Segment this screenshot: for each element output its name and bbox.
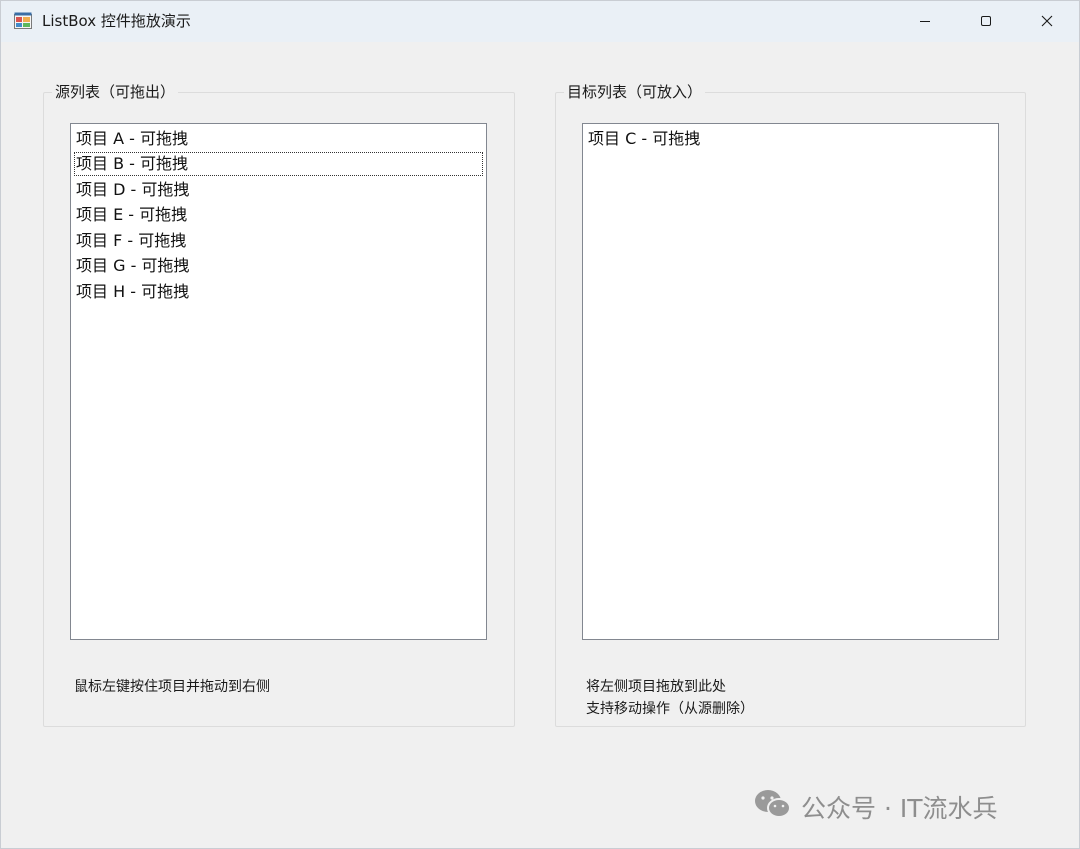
list-item[interactable]: 项目 A - 可拖拽 <box>74 127 483 151</box>
list-item[interactable]: 项目 F - 可拖拽 <box>74 229 483 253</box>
target-listbox[interactable]: 项目 C - 可拖拽 <box>582 123 999 640</box>
title-bar[interactable]: ListBox 控件拖放演示 <box>1 1 1079 42</box>
target-hint-label: 将左侧项目拖放到此处 <box>586 679 726 695</box>
list-item[interactable]: 项目 B - 可拖拽 <box>74 152 483 176</box>
main-window: ListBox 控件拖放演示 源列表（可拖出） 项目 A - 可拖拽 项目 B … <box>0 0 1080 849</box>
list-item[interactable]: 项目 E - 可拖拽 <box>74 203 483 227</box>
close-button[interactable] <box>1016 1 1077 42</box>
target-hint-label-2: 支持移动操作（从源删除） <box>586 701 754 715</box>
window-title: ListBox 控件拖放演示 <box>42 12 191 30</box>
close-icon <box>1041 12 1053 31</box>
source-group-title: 源列表（可拖出） <box>52 81 179 103</box>
minimize-button[interactable] <box>894 1 955 42</box>
list-item[interactable]: 项目 C - 可拖拽 <box>586 127 995 151</box>
watermark: 公众号 · IT流水兵 <box>753 787 998 827</box>
source-listbox[interactable]: 项目 A - 可拖拽 项目 B - 可拖拽 项目 D - 可拖拽 项目 E - … <box>70 123 487 640</box>
minimize-icon <box>919 12 931 31</box>
target-group-title: 目标列表（可放入） <box>564 81 706 103</box>
app-icon <box>14 12 32 30</box>
list-item[interactable]: 项目 G - 可拖拽 <box>74 254 483 278</box>
watermark-text: 公众号 · IT流水兵 <box>801 794 998 823</box>
wechat-icon <box>753 787 793 827</box>
maximize-button[interactable] <box>955 1 1016 42</box>
maximize-icon <box>980 12 992 31</box>
list-item[interactable]: 项目 D - 可拖拽 <box>74 178 483 202</box>
source-hint-label: 鼠标左键按住项目并拖动到右侧 <box>74 679 270 695</box>
list-item[interactable]: 项目 H - 可拖拽 <box>74 280 483 304</box>
